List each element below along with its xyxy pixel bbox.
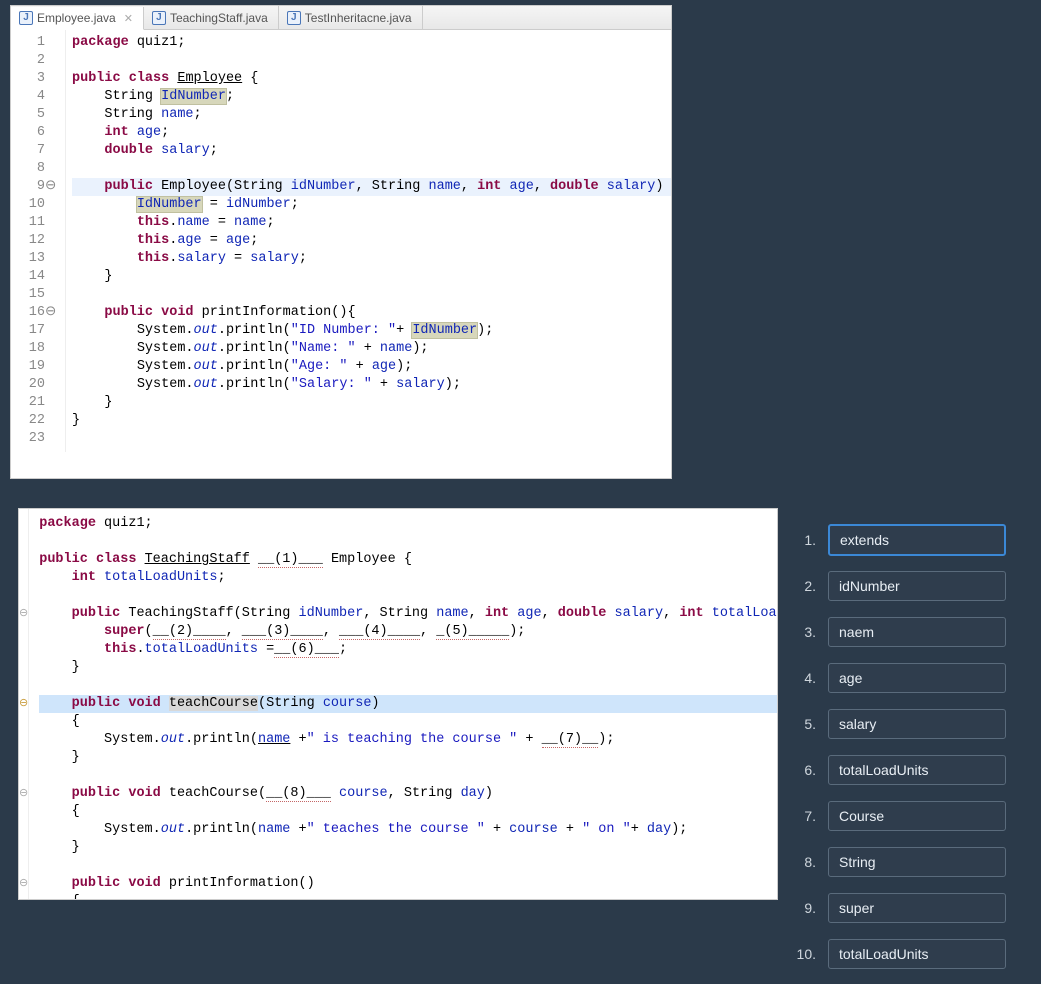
- answer-row: 7. Course: [796, 800, 1006, 832]
- code-area[interactable]: package quiz1; public class Employee { S…: [66, 30, 672, 452]
- answer-number: 1.: [796, 532, 816, 548]
- answer-input[interactable]: totalLoadUnits: [828, 939, 1006, 969]
- tab-bar: J Employee.java ✕ J TeachingStaff.java J…: [11, 6, 671, 30]
- answer-row: 1. extends: [796, 524, 1006, 556]
- answer-input[interactable]: totalLoadUnits: [828, 755, 1006, 785]
- answer-input[interactable]: idNumber: [828, 571, 1006, 601]
- answer-number: 5.: [796, 716, 816, 732]
- answer-row: 4. age: [796, 662, 1006, 694]
- tab-testinheritance[interactable]: J TestInheritacne.java: [279, 6, 423, 29]
- answer-input[interactable]: salary: [828, 709, 1006, 739]
- tab-label: TeachingStaff.java: [170, 11, 268, 25]
- answer-input[interactable]: naem: [828, 617, 1006, 647]
- answer-number: 3.: [796, 624, 816, 640]
- answer-number: 7.: [796, 808, 816, 824]
- answer-input[interactable]: age: [828, 663, 1006, 693]
- tab-teachingstaff[interactable]: J TeachingStaff.java: [144, 6, 279, 29]
- close-icon[interactable]: ✕: [120, 12, 133, 25]
- java-file-icon: J: [287, 11, 301, 25]
- answer-number: 4.: [796, 670, 816, 686]
- code-area[interactable]: package quiz1; public class TeachingStaf…: [29, 509, 778, 900]
- tab-employee[interactable]: J Employee.java ✕: [11, 7, 144, 30]
- answer-row: 2. idNumber: [796, 570, 1006, 602]
- answer-row: 10. totalLoadUnits: [796, 938, 1006, 970]
- java-file-icon: J: [152, 11, 166, 25]
- tab-label: Employee.java: [37, 11, 116, 25]
- fold-column: ⊖ ⊖ ⊖ ⊖: [19, 509, 29, 900]
- editor-panel-teachingstaff: ⊖ ⊖ ⊖ ⊖ package quiz1; public class Teac…: [18, 508, 778, 900]
- line-gutter: 1 2 3 4 5 6 7 8 9⊖ 10 11 12 13 14 15 16⊖…: [11, 30, 66, 452]
- answer-row: 8. String: [796, 846, 1006, 878]
- editor-panel-employee: J Employee.java ✕ J TeachingStaff.java J…: [10, 5, 672, 479]
- answers-list: 1. extends 2. idNumber 3. naem 4. age 5. salary 6.…: [796, 524, 1006, 984]
- tab-label: TestInheritacne.java: [305, 11, 412, 25]
- answer-row: 5. salary: [796, 708, 1006, 740]
- answer-number: 6.: [796, 762, 816, 778]
- answer-input[interactable]: Course: [828, 801, 1006, 831]
- answer-row: 3. naem: [796, 616, 1006, 648]
- answer-number: 9.: [796, 900, 816, 916]
- answer-number: 8.: [796, 854, 816, 870]
- answer-number: 10.: [796, 946, 816, 962]
- java-file-icon: J: [19, 11, 33, 25]
- code-editor-employee[interactable]: 1 2 3 4 5 6 7 8 9⊖ 10 11 12 13 14 15 16⊖…: [11, 30, 671, 452]
- answer-input[interactable]: super: [828, 893, 1006, 923]
- answer-input[interactable]: String: [828, 847, 1006, 877]
- answer-row: 6. totalLoadUnits: [796, 754, 1006, 786]
- code-editor-teachingstaff[interactable]: ⊖ ⊖ ⊖ ⊖ package quiz1; public class Teac…: [19, 509, 777, 900]
- answer-number: 2.: [796, 578, 816, 594]
- answer-input[interactable]: extends: [828, 524, 1006, 556]
- answer-row: 9. super: [796, 892, 1006, 924]
